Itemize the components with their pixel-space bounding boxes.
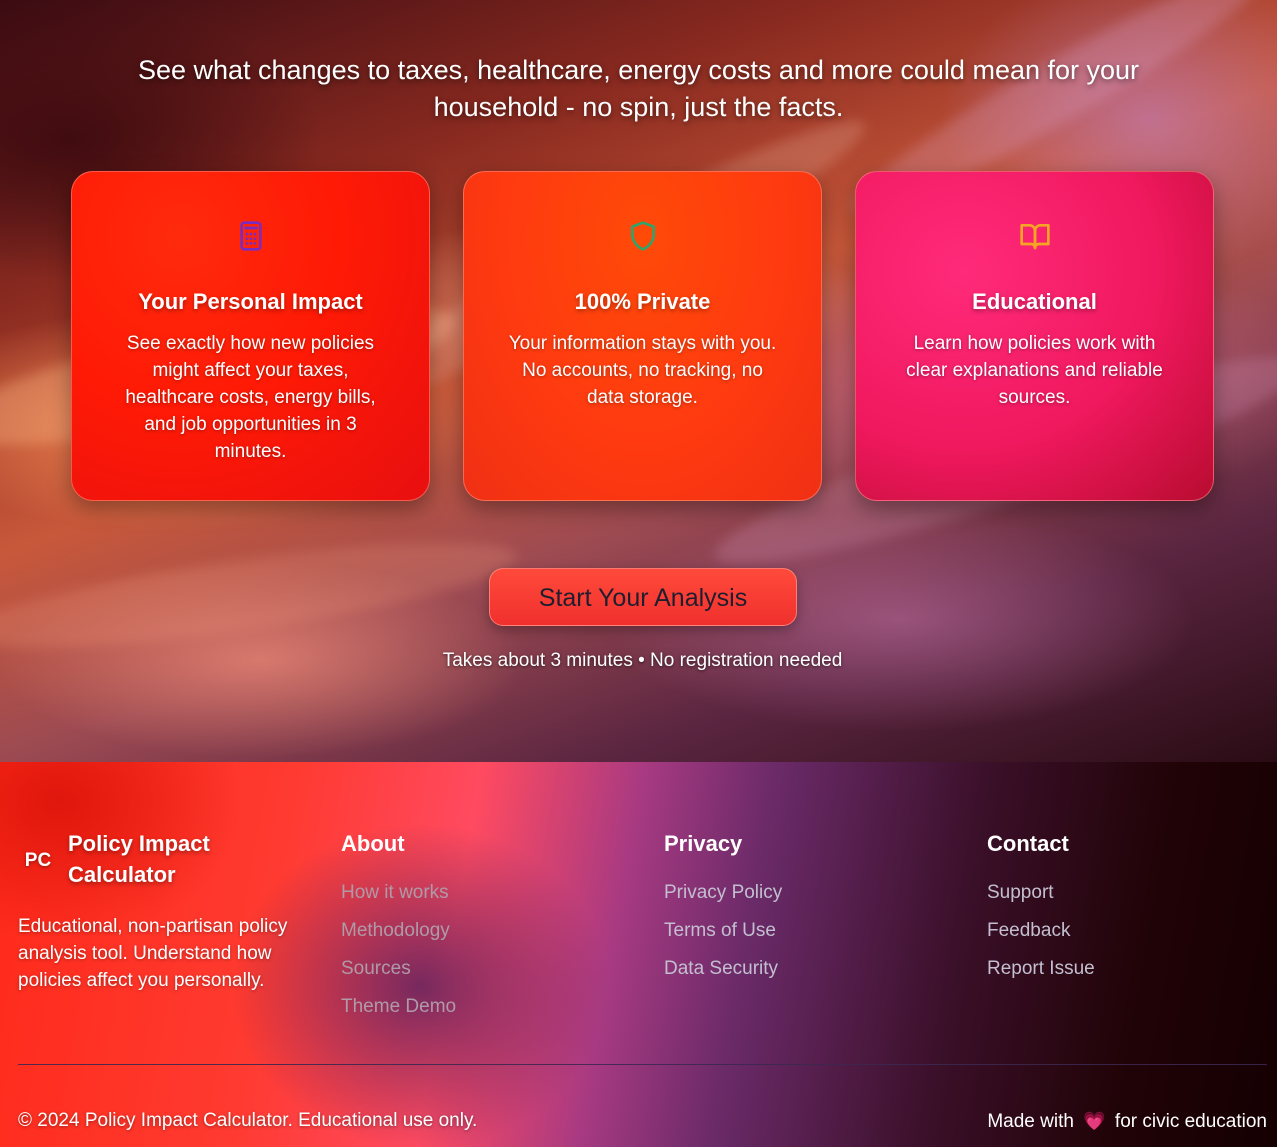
feature-title: Your Personal Impact xyxy=(138,289,363,314)
made-with-suffix: for civic education xyxy=(1114,1111,1267,1132)
cta-note: Takes about 3 minutes • No registration … xyxy=(442,650,843,671)
heart-icon: 💗 xyxy=(1083,1111,1106,1131)
copyright-text: © 2024 Policy Impact Calculator. Educati… xyxy=(18,1110,478,1131)
feature-card-personal-impact: Your Personal Impact See exactly how new… xyxy=(71,171,430,501)
footer-link-feedback[interactable]: Feedback xyxy=(987,919,1095,943)
footer-tagline: Educational, non-partisan policy analysi… xyxy=(18,916,288,991)
site-footer: PC Policy Impact Calculator Educational,… xyxy=(0,762,1277,1147)
footer-divider xyxy=(18,1064,1267,1065)
footer-link-methodology[interactable]: Methodology xyxy=(341,919,456,943)
shield-icon xyxy=(630,221,655,251)
footer-column-about: About How it works Methodology Sources T… xyxy=(341,828,456,1033)
footer-column-contact: Contact Support Feedback Report Issue xyxy=(987,828,1095,995)
logo-badge: PC xyxy=(24,850,52,871)
footer-link-theme-demo[interactable]: Theme Demo xyxy=(341,995,456,1019)
feature-title: Educational xyxy=(972,289,1097,314)
footer-link-how-it-works[interactable]: How it works xyxy=(341,881,456,905)
footer-link-report-issue[interactable]: Report Issue xyxy=(987,957,1095,981)
book-icon xyxy=(1019,224,1050,250)
footer-heading-contact: Contact xyxy=(987,831,1069,856)
feature-description: See exactly how new policies might affec… xyxy=(125,333,376,462)
footer-link-terms-of-use[interactable]: Terms of Use xyxy=(664,919,782,943)
feature-description: Learn how policies work with clear expla… xyxy=(906,333,1163,408)
feature-card-educational: Educational Learn how policies work with… xyxy=(855,171,1214,501)
footer-link-data-security[interactable]: Data Security xyxy=(664,957,782,981)
hero-subtitle: See what changes to taxes, healthcare, e… xyxy=(137,55,1140,122)
footer-heading-about: About xyxy=(341,831,405,856)
feature-title: 100% Private xyxy=(574,289,711,314)
footer-link-support[interactable]: Support xyxy=(987,881,1095,905)
hero-section: See what changes to taxes, healthcare, e… xyxy=(0,0,1277,762)
start-analysis-button[interactable]: Start Your Analysis xyxy=(489,568,797,626)
made-with-prefix: Made with xyxy=(987,1111,1074,1132)
footer-link-sources[interactable]: Sources xyxy=(341,957,456,981)
footer-link-privacy-policy[interactable]: Privacy Policy xyxy=(664,881,782,905)
footer-brand-name: Policy Impact Calculator xyxy=(68,831,210,887)
footer-heading-privacy: Privacy xyxy=(664,831,743,856)
footer-column-privacy: Privacy Privacy Policy Terms of Use Data… xyxy=(664,828,782,995)
calculator-icon xyxy=(239,221,262,251)
made-with-text: Made with 💗 for civic education xyxy=(987,1109,1267,1134)
feature-description: Your information stays with you. No acco… xyxy=(508,333,777,408)
feature-card-private: 100% Private Your information stays with… xyxy=(463,171,822,501)
